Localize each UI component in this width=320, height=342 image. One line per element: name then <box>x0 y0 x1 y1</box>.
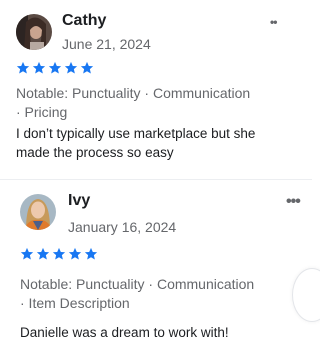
more-options-icon[interactable]: •• <box>270 16 277 28</box>
star-rating <box>20 247 98 261</box>
star-icon <box>16 61 30 74</box>
notable-tags: Notable: Punctuality · Communication · P… <box>16 84 286 122</box>
avatar[interactable] <box>20 194 56 230</box>
notable-line: Notable: Punctuality · Communication <box>20 276 255 292</box>
star-icon <box>68 247 82 260</box>
review-text: Danielle was a dream to work with! <box>20 323 300 342</box>
notable-line: Notable: Punctuality · Communication <box>16 85 251 101</box>
review-text: I don’t typically use marketplace but sh… <box>16 124 301 162</box>
review-date: January 16, 2024 <box>68 219 177 235</box>
star-icon <box>36 247 50 260</box>
reviewer-name[interactable]: Ivy <box>68 192 90 210</box>
avatar[interactable] <box>16 14 52 50</box>
review-text-line: Danielle was a dream to work with! <box>20 325 229 340</box>
review-date: June 21, 2024 <box>62 36 151 52</box>
notable-line: · Pricing <box>16 104 68 120</box>
star-icon <box>80 61 94 74</box>
review-text-line: I don’t typically use marketplace but sh… <box>16 126 256 141</box>
star-icon <box>32 61 46 74</box>
notable-tags: Notable: Punctuality · Communication · I… <box>20 275 290 313</box>
star-icon <box>20 247 34 260</box>
star-icon <box>48 61 62 74</box>
star-rating <box>16 61 94 75</box>
star-icon <box>84 247 98 260</box>
star-icon <box>52 247 66 260</box>
more-options-icon[interactable]: ••• <box>286 194 301 210</box>
notable-line: · Item Description <box>20 295 130 311</box>
reviewer-name[interactable]: Cathy <box>62 12 106 30</box>
review-card: Cathy June 21, 2024 •• Notable: Punctual… <box>0 0 312 175</box>
review-text-line: made the process so easy <box>16 145 174 160</box>
star-icon <box>64 61 78 74</box>
review-card: Ivy January 16, 2024 ••• Notable: Punctu… <box>0 180 312 341</box>
